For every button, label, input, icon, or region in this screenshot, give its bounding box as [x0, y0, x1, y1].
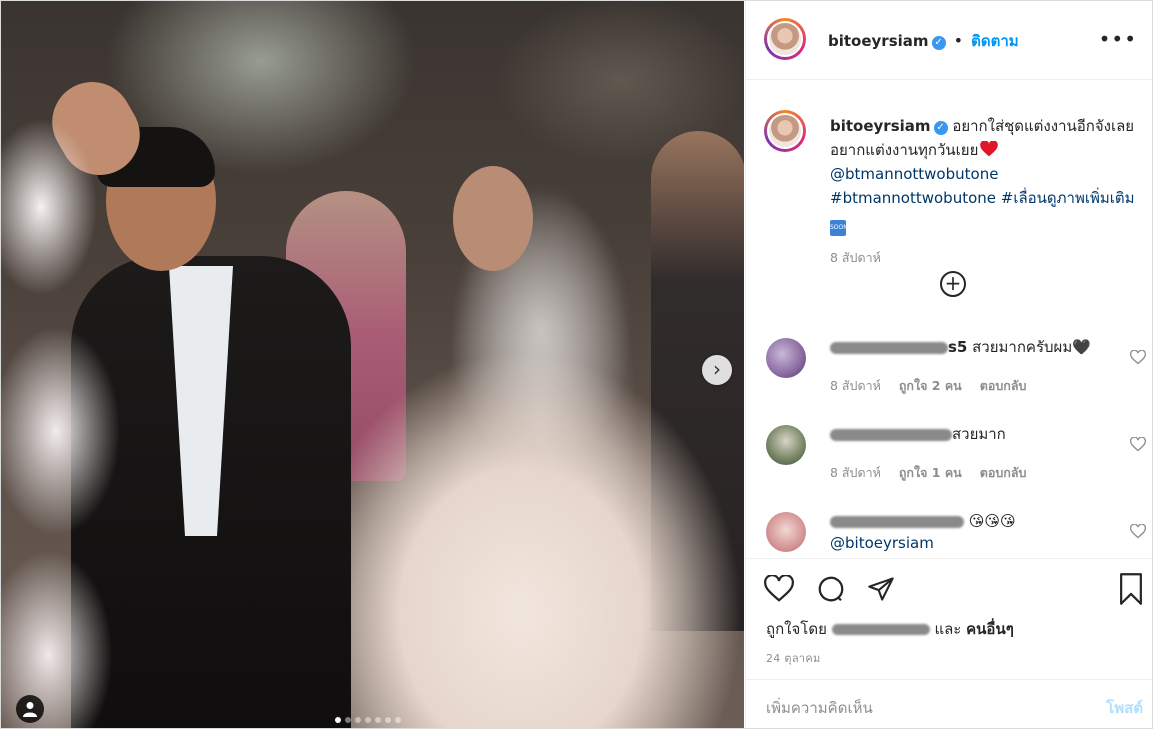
follow-button[interactable]: ติดตาม — [971, 32, 1019, 50]
separator-dot: • — [953, 31, 964, 50]
commenter-avatar[interactable] — [766, 512, 806, 552]
commenter-avatar[interactable] — [766, 425, 806, 465]
comment-text: สวยมากครับผม🖤 — [972, 338, 1091, 356]
soon-arrow-icon: SOON — [830, 220, 848, 236]
liked-by-others-link[interactable]: คนอื่นๆ — [966, 620, 1014, 638]
comment-item: 😘😘😘 @bitoeyrsiam — [766, 510, 1146, 558]
like-comment-heart-icon[interactable] — [1130, 437, 1146, 452]
commenter-username[interactable]: s5 — [830, 338, 967, 356]
comment-body: s5 สวยมากครับผม🖤 — [830, 336, 1100, 358]
wedding-dress — [301, 291, 741, 728]
user-icon — [23, 702, 37, 717]
bride-figure — [453, 166, 533, 271]
comment-text: สวยมาก — [952, 425, 1006, 443]
comment-mention-link[interactable]: @bitoeyrsiam — [830, 534, 934, 552]
post-caption: bitoeyrsiam ✓ อยากใส่ชุดแต่งงานอีกจังเลย … — [830, 114, 1140, 270]
like-heart-icon[interactable] — [764, 575, 794, 603]
post-dialog: › bitoeyrsiam ✓ • ติดตาม ••• bitoeyrsiam ✓ — [0, 0, 1153, 729]
more-options-icon[interactable]: ••• — [1099, 27, 1137, 51]
comment-body: สวยมาก — [830, 423, 1100, 445]
username-visible-part: s5 — [948, 338, 968, 356]
reply-button[interactable]: ตอบกลับ — [980, 378, 1027, 393]
caption-author-avatar[interactable] — [764, 110, 806, 152]
white-flowers — [1, 111, 131, 728]
chevron-right-icon: › — [713, 357, 721, 381]
comment-bubble-icon[interactable] — [816, 574, 846, 604]
liked-by-prefix: ถูกใจโดย — [766, 620, 827, 638]
comment-time[interactable]: 8 สัปดาห์ — [830, 378, 881, 393]
carousel-dot — [395, 717, 401, 723]
next-image-button[interactable]: › — [702, 355, 732, 385]
caption-username[interactable]: bitoeyrsiam — [830, 117, 931, 135]
carousel-dot — [355, 717, 361, 723]
verified-badge-icon: ✓ — [931, 36, 946, 50]
comments-area[interactable]: bitoeyrsiam ✓ อยากใส่ชุดแต่งงานอีกจังเลย … — [746, 80, 1152, 558]
verified-badge-icon: ✓ — [933, 121, 948, 135]
post-comment-button[interactable]: โพสต์ — [1106, 696, 1143, 720]
commenter-username[interactable] — [830, 512, 964, 530]
author-username[interactable]: bitoeyrsiam — [828, 32, 929, 50]
comment-body: 😘😘😘 @bitoeyrsiam — [830, 510, 1100, 554]
comment-item: สวยมาก 8 สัปดาห์ ถูกใจ 1 คน ตอบกลับ — [766, 423, 1146, 493]
post-header: bitoeyrsiam ✓ • ติดตาม ••• — [746, 1, 1152, 80]
carousel-dot — [375, 717, 381, 723]
liked-by-and: และ — [934, 620, 962, 638]
post-photo[interactable]: › — [1, 1, 744, 728]
carousel-dot — [345, 717, 351, 723]
comment-text: 😘😘😘 — [968, 512, 1016, 530]
comment-meta: 8 สัปดาห์ ถูกใจ 2 คน ตอบกลับ — [830, 376, 1040, 396]
carousel-dot — [385, 717, 391, 723]
carousel-dot — [365, 717, 371, 723]
redacted-liker[interactable] — [831, 624, 930, 635]
comment-meta: 8 สัปดาห์ ถูกใจ 1 คน ตอบกลับ — [830, 463, 1040, 483]
liked-by-line: ถูกใจโดย และ คนอื่นๆ — [766, 617, 1014, 641]
caption-hashtag-link[interactable]: #btmannottwobutone — [830, 189, 996, 207]
redacted-username — [830, 341, 948, 354]
like-comment-heart-icon[interactable] — [1130, 350, 1146, 365]
redacted-username — [830, 515, 964, 528]
post-side-panel: bitoeyrsiam ✓ • ติดตาม ••• bitoeyrsiam ✓ อ… — [745, 1, 1152, 728]
add-comment-bar: เพิ่มความคิดเห็น โพสต์ — [746, 679, 1152, 728]
red-heart-icon — [980, 140, 999, 157]
redacted-username — [830, 428, 952, 441]
comment-likes[interactable]: ถูกใจ 1 คน — [899, 465, 962, 480]
commenter-avatar[interactable] — [766, 338, 806, 378]
tagged-users-button[interactable] — [16, 695, 44, 723]
post-date[interactable]: 24 ตุลาคม — [766, 649, 821, 667]
reply-button[interactable]: ตอบกลับ — [980, 465, 1027, 480]
comment-item: s5 สวยมากครับผม🖤 8 สัปดาห์ ถูกใจ 2 คน ตอ… — [766, 336, 1146, 406]
carousel-dots — [335, 717, 401, 723]
carousel-dot — [335, 717, 341, 723]
share-send-icon[interactable] — [866, 575, 896, 603]
save-bookmark-icon[interactable] — [1118, 573, 1144, 605]
caption-timestamp[interactable]: 8 สัปดาห์ — [830, 246, 1140, 270]
comment-input[interactable]: เพิ่มความคิดเห็น — [766, 696, 873, 720]
like-comment-heart-icon[interactable] — [1130, 524, 1146, 539]
commenter-username[interactable] — [830, 425, 952, 443]
caption-hashtag-link-2[interactable]: #เลื่อนดูภาพเพิ่มเติม — [1001, 189, 1135, 207]
comment-likes[interactable]: ถูกใจ 2 คน — [899, 378, 962, 393]
author-line: bitoeyrsiam ✓ • ติดตาม — [828, 29, 1019, 53]
caption-mention-link[interactable]: @btmannottwobutone — [830, 165, 998, 183]
author-avatar[interactable] — [764, 18, 806, 60]
plus-circle-icon: + — [944, 271, 962, 295]
post-actions: ถูกใจโดย และ คนอื่นๆ 24 ตุลาคม เพิ่มความ… — [746, 558, 1152, 728]
comment-time[interactable]: 8 สัปดาห์ — [830, 465, 881, 480]
load-more-comments-button[interactable]: + — [940, 271, 966, 297]
